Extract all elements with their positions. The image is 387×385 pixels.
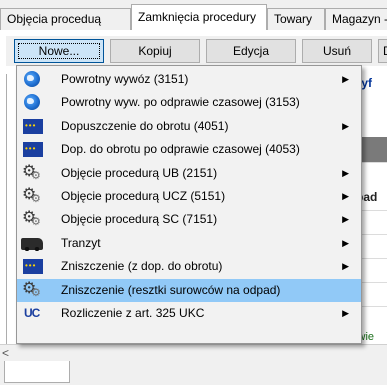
tab-towary[interactable]: Towary <box>267 8 325 30</box>
horizontal-scrollbar[interactable]: < <box>0 344 387 361</box>
tab-bar: Objęcia proceduą Zamknięcia procedury To… <box>0 0 387 30</box>
eu-flag-icon <box>23 259 43 275</box>
scroll-left-icon[interactable]: < <box>2 346 16 360</box>
toolbar: Nowe... Kopiuj Edycja Usuń Do e <box>6 36 387 66</box>
new-dropdown-menu: Powrotny wywóz (3151) ▶ Powrotny wyw. po… <box>16 65 362 344</box>
menu-item-label: Powrotny wywóz (3151) <box>61 72 189 86</box>
menu-item-label: Zniszczenie (resztki surowców na odpad) <box>61 282 281 297</box>
menu-item-objecie-procedura-sc[interactable]: Objęcie procedurą SC (7151) ▶ <box>17 208 361 231</box>
menu-item-objecie-procedura-ucz[interactable]: Objęcie procedurą UCZ (5151) ▶ <box>17 185 361 208</box>
menu-item-label: Objęcie procedurą SC (7151) <box>61 212 218 227</box>
tab-magazyn[interactable]: Magazyn - <box>325 8 387 30</box>
gears-icon <box>22 186 42 205</box>
menu-item-powrotny-wywoz[interactable]: Powrotny wywóz (3151) ▶ <box>17 68 361 91</box>
menu-item-label: Rozliczenie z art. 325 UKC <box>61 305 205 320</box>
gears-icon <box>22 209 42 228</box>
gears-icon <box>22 280 42 299</box>
grid-left-border <box>6 74 7 344</box>
edit-button[interactable]: Edycja <box>206 39 296 63</box>
menu-item-objecie-procedura-ub[interactable]: Objęcie procedurą UB (2151) ▶ <box>17 162 361 185</box>
menu-item-rozliczenie-art-325-ukc[interactable]: Rozliczenie z art. 325 UKC ▶ <box>17 302 361 325</box>
submenu-arrow-icon: ▶ <box>342 120 349 131</box>
eu-flag-icon <box>23 142 43 158</box>
delete-button[interactable]: Usuń <box>302 39 372 63</box>
bottom-tab-bar <box>0 361 387 385</box>
globe-icon <box>24 94 40 111</box>
new-button[interactable]: Nowe... <box>14 39 104 63</box>
menu-item-powrotny-wyw-odprawa-czasowa[interactable]: Powrotny wyw. po odprawie czasowej (3153… <box>17 91 361 114</box>
submenu-arrow-icon: ▶ <box>342 214 349 225</box>
submenu-arrow-icon: ▶ <box>342 167 349 178</box>
copy-button[interactable]: Kopiuj <box>110 39 200 63</box>
menu-item-label: Objęcie procedurą UCZ (5151) <box>61 188 226 203</box>
menu-item-tranzyt[interactable]: Tranzyt ▶ <box>17 232 361 255</box>
menu-item-label: Powrotny wyw. po odprawie czasowej (3153… <box>61 95 300 110</box>
submenu-arrow-icon: ▶ <box>342 307 349 318</box>
eu-flag-icon <box>23 118 43 134</box>
menu-item-dopuszczenie-do-obrotu[interactable]: Dopuszczenie do obrotu (4051) ▶ <box>17 115 361 138</box>
menu-item-dop-do-obrotu-odprawa-czasowa[interactable]: Dop. do obrotu po odprawie czasowej (405… <box>17 138 361 161</box>
submenu-arrow-icon: ▶ <box>342 237 349 248</box>
menu-item-label: Dop. do obrotu po odprawie czasowej (405… <box>61 142 300 157</box>
bottom-tab[interactable] <box>4 361 70 383</box>
submenu-arrow-icon: ▶ <box>342 74 349 84</box>
menu-item-label: Objęcie procedurą UB (2151) <box>61 165 218 180</box>
globe-icon <box>24 71 40 87</box>
menu-item-label: Zniszczenie (z dop. do obrotu) <box>61 259 223 274</box>
tab-objecia-procedura[interactable]: Objęcia proceduą <box>0 8 131 30</box>
gears-icon <box>22 163 42 182</box>
menu-item-label: Dopuszczenie do obrotu (4051) <box>61 118 229 133</box>
uc-icon <box>24 304 42 322</box>
do-e-button[interactable]: Do e <box>378 39 387 63</box>
app-window: Objęcia proceduą Zamknięcia procedury To… <box>0 0 387 385</box>
tab-zamkniecia-procedury[interactable]: Zamknięcia procedury <box>131 4 267 30</box>
menu-item-zniszczenie-resztki-surowcow[interactable]: Zniszczenie (resztki surowców na odpad) <box>17 278 361 302</box>
submenu-arrow-icon: ▶ <box>342 261 349 272</box>
menu-item-zniszczenie-dop-do-obrotu[interactable]: Zniszczenie (z dop. do obrotu) ▶ <box>17 255 361 278</box>
menu-item-label: Tranzyt <box>61 235 101 250</box>
truck-icon <box>21 237 43 251</box>
submenu-arrow-icon: ▶ <box>342 190 349 201</box>
